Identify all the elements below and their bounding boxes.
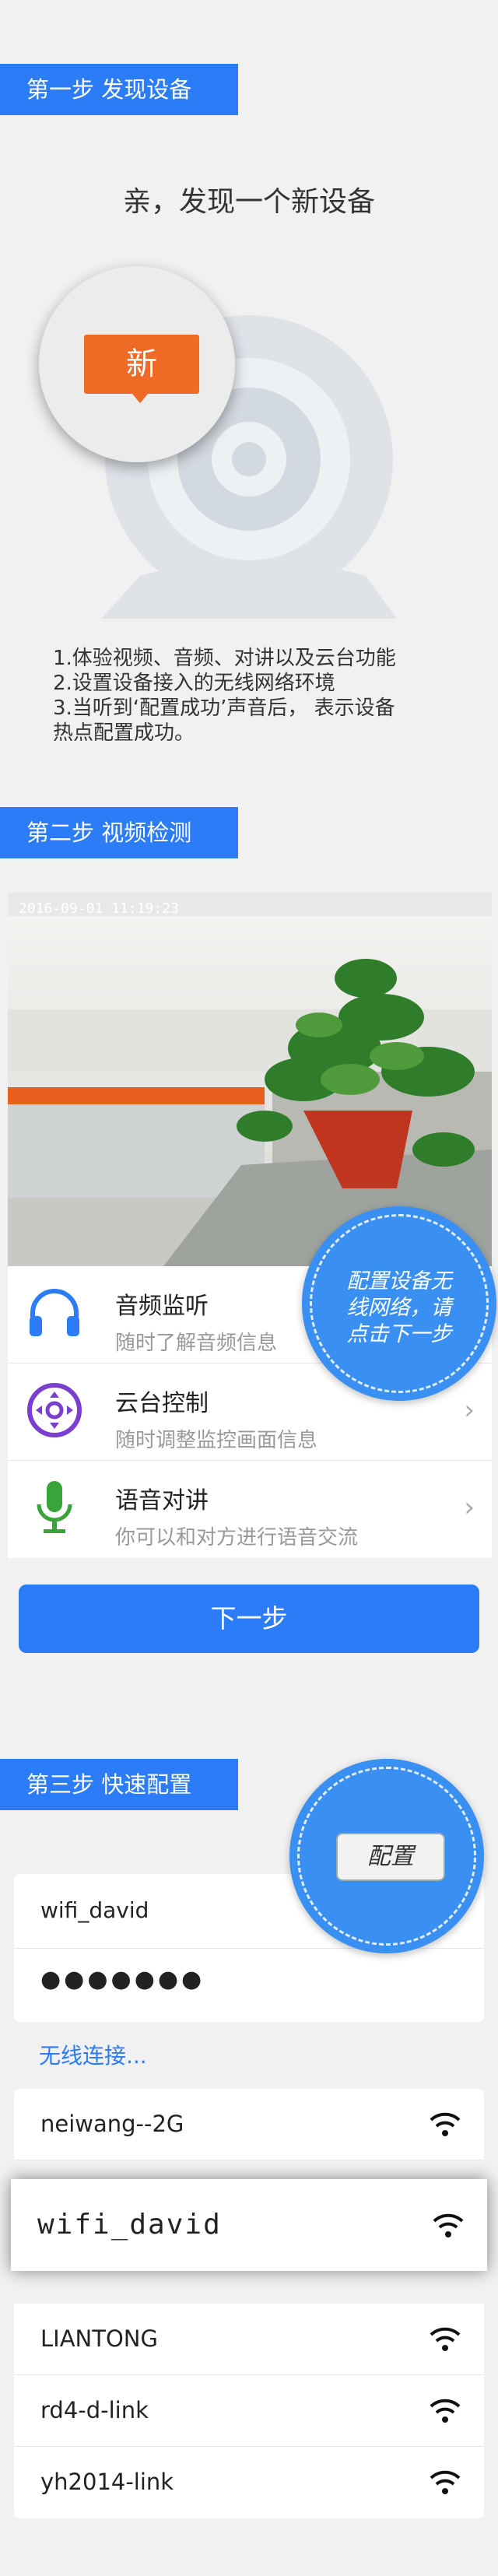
callout-text: 配置设备无 线网络，请 点击下一步 — [302, 1269, 496, 1348]
feature-title: 音频监听 — [115, 1293, 209, 1320]
step3-tag: 第三步 快速配置 — [0, 1759, 238, 1810]
chevron-right-icon: › — [464, 1492, 475, 1523]
wifi-network-name: yh2014-link — [40, 2469, 174, 2495]
feature-title: 云台控制 — [115, 1390, 209, 1417]
wifi-network-row-selected[interactable]: wifi_david — [11, 2179, 487, 2271]
wifi-network-name: LIANTONG — [40, 2325, 158, 2352]
instruction-line: 2.设置设备接入的无线网络环境 — [53, 672, 335, 695]
wifi-signal-icon — [430, 2399, 461, 2427]
feature-title: 语音对讲 — [115, 1487, 209, 1514]
instruction-line: 热点配置成功。 — [53, 721, 195, 745]
callout-line: 点击下一步 — [346, 1322, 452, 1346]
new-device-bubble: 新 — [39, 266, 235, 462]
wifi-signal-icon — [433, 2213, 464, 2241]
instruction-line: 1.体验视频、音频、对讲以及云台功能 — [53, 647, 396, 670]
step1-instructions: 1.体验视频、音频、对讲以及云台功能 2.设置设备接入的无线网络环境 3.当听到… — [53, 646, 458, 746]
wifi-network-name: wifi_david — [37, 2209, 222, 2241]
ptz-control-icon — [25, 1381, 84, 1443]
callout-bubble: 配置设备无 线网络，请 点击下一步 — [302, 1206, 496, 1401]
wifi-network-name: neiwang--2G — [40, 2111, 184, 2137]
wifi-signal-icon — [430, 2327, 461, 2355]
video-timestamp: 2016-09-01 11:19:23 — [19, 900, 179, 917]
feature-voice-talk[interactable]: 语音对讲 你可以和对方进行语音交流 › — [8, 1461, 492, 1558]
step1-tag: 第一步 发现设备 — [0, 64, 238, 115]
headphones-icon — [25, 1283, 84, 1346]
feature-subtitle: 你可以和对方进行语音交流 — [115, 1526, 359, 1549]
feature-subtitle: 随时调整监控画面信息 — [115, 1429, 318, 1452]
chevron-right-icon: › — [464, 1395, 475, 1426]
connecting-label: 无线连接... — [39, 2043, 147, 2069]
step1-heading: 亲，发现一个新设备 — [122, 186, 375, 218]
password-field[interactable]: ●●●●●●● — [40, 1966, 205, 1993]
wifi-network-row[interactable]: LIANTONG — [14, 2304, 484, 2375]
instruction-line: 3.当听到‘配置成功’声音后， 表示设备 — [53, 697, 395, 720]
config-bubble: 配置 — [289, 1759, 484, 1953]
feature-subtitle: 随时了解音频信息 — [115, 1332, 278, 1355]
callout-line: 线网络，请 — [346, 1296, 452, 1320]
callout-line: 配置设备无 — [346, 1269, 452, 1293]
new-badge: 新 — [84, 335, 199, 394]
wifi-network-row[interactable]: neiwang--2G — [14, 2089, 484, 2160]
wifi-network-row[interactable]: yh2014-link — [14, 2447, 484, 2518]
next-step-button[interactable]: 下一步 — [19, 1585, 479, 1653]
wifi-signal-icon — [430, 2470, 461, 2498]
wifi-network-row[interactable]: rd4-d-link — [14, 2375, 484, 2447]
ssid-field[interactable]: wifi_david — [40, 1897, 149, 1923]
microphone-icon — [25, 1478, 84, 1540]
step2-tag: 第二步 视频检测 — [0, 807, 238, 858]
wifi-network-name: rd4-d-link — [40, 2397, 149, 2423]
page: { "step1": { "tag": "第一步 发现设备", "heading… — [0, 0, 498, 2576]
badge-pointer — [132, 394, 148, 403]
wifi-signal-icon — [430, 2112, 461, 2140]
config-button[interactable]: 配置 — [336, 1833, 445, 1881]
